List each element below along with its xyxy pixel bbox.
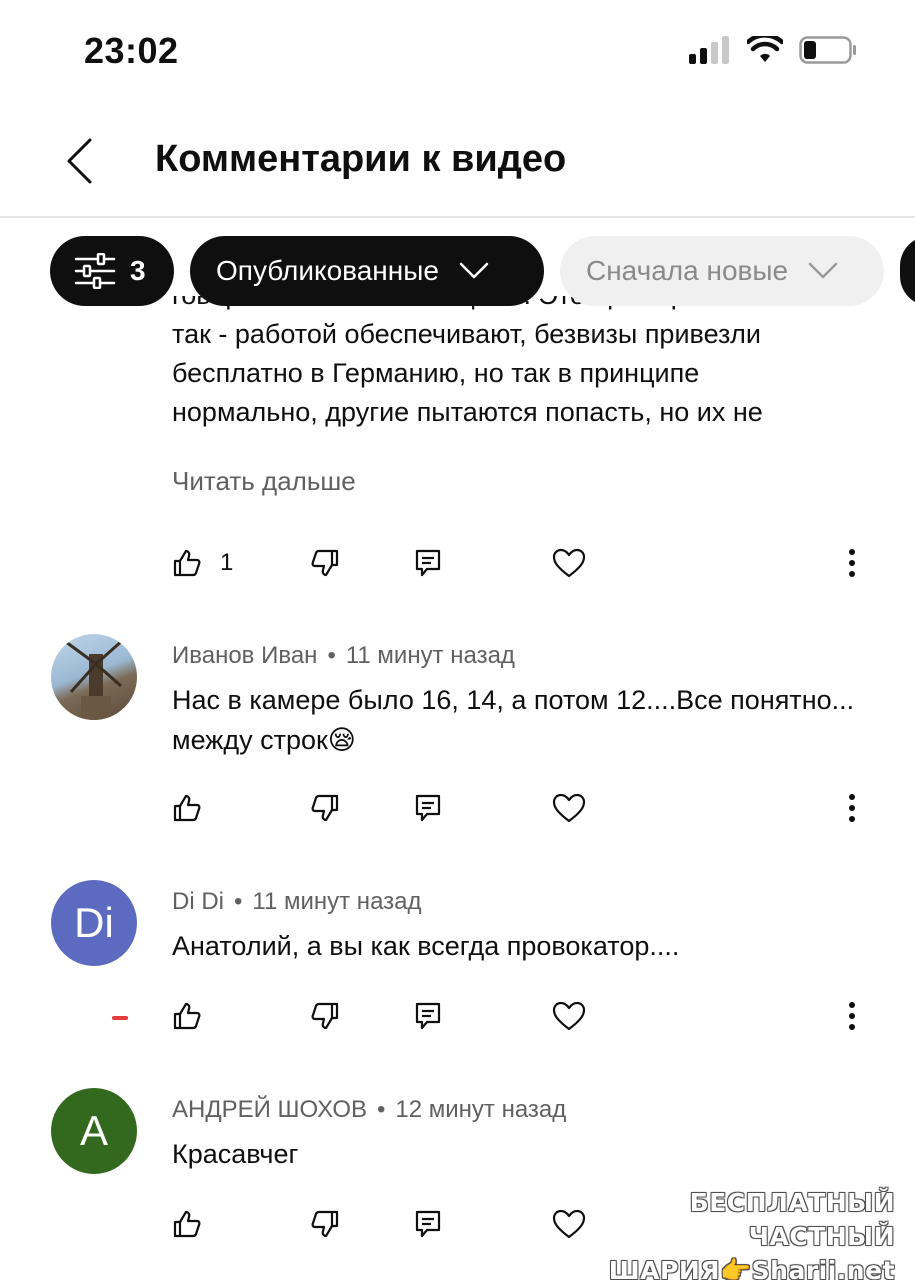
more-vertical-icon <box>849 549 855 577</box>
reply-icon <box>415 549 441 577</box>
like-button[interactable]: 1 <box>172 538 233 588</box>
battery-icon <box>799 36 856 64</box>
read-more-link[interactable]: Читать дальше <box>172 466 356 497</box>
more-options-button[interactable] <box>848 538 856 588</box>
watermark-line: ШАРИЯ👉Sharij.net <box>608 1256 895 1280</box>
thumbs-down-icon <box>311 1210 339 1238</box>
comment-text: говорили пленные немцами. Это примерно т… <box>172 296 872 452</box>
comment-text: Анатолий, а вы как всегда провокатор.... <box>172 931 680 961</box>
avatar-image <box>65 638 124 720</box>
reply-icon <box>415 1002 441 1030</box>
heart-icon <box>552 548 586 578</box>
heart-icon <box>552 1001 586 1031</box>
thumbs-up-icon <box>173 1002 201 1030</box>
like-button[interactable] <box>172 991 202 1041</box>
comment-actions: 1 <box>172 538 872 588</box>
status-icons <box>689 36 857 64</box>
comment-text: Нас в камере было 16, 14, а потом 12....… <box>172 685 855 755</box>
reply-button[interactable] <box>414 1199 442 1249</box>
more-options-button[interactable] <box>848 991 856 1041</box>
like-button[interactable] <box>172 1199 202 1249</box>
author-name[interactable]: Иванов Иван <box>172 642 317 669</box>
sliders-icon <box>74 253 116 289</box>
heart-button[interactable] <box>552 783 586 833</box>
thumbs-down-icon <box>311 549 339 577</box>
chevron-down-icon <box>808 262 838 279</box>
published-filter-chip[interactable]: Опубликованные <box>190 236 544 306</box>
comment-time: 11 минут назад <box>252 888 422 915</box>
thumbs-up-icon <box>173 1210 201 1238</box>
comment-line: так - работой обеспечивают, безвизы прив… <box>172 319 761 349</box>
avatar[interactable]: А <box>51 1088 137 1174</box>
avatar-letters: Di <box>74 899 114 946</box>
heart-icon <box>552 793 586 823</box>
thumbs-down-icon <box>311 794 339 822</box>
like-count: 1 <box>220 549 234 576</box>
wifi-icon <box>747 36 783 62</box>
separator-dot: • <box>377 1096 386 1123</box>
separator-dot: • <box>327 642 336 669</box>
more-vertical-icon <box>849 794 855 822</box>
more-options-button[interactable] <box>848 783 856 833</box>
reply-button[interactable] <box>414 991 442 1041</box>
reply-icon <box>415 1210 441 1238</box>
dislike-button[interactable] <box>310 991 340 1041</box>
comment-meta: АНДРЕЙ ШОХОВ • 12 минут назад <box>172 1096 566 1124</box>
sort-chip[interactable]: Сначала новые <box>560 236 884 306</box>
watermark-line: БЕСПЛАТНЫЙ ЧАСТНЫЙ <box>689 1188 895 1251</box>
status-time: 23:02 <box>84 30 179 71</box>
filter-count: 3 <box>130 255 146 286</box>
filter-settings-chip[interactable]: 3 <box>50 236 174 306</box>
reply-button[interactable] <box>414 538 442 588</box>
filter-chips: 3 Опубликованные Сначала новые <box>0 218 915 306</box>
comment-line: нормально, другие пытаются попасть, но и… <box>172 397 763 427</box>
dislike-button[interactable] <box>310 783 340 833</box>
comment-actions <box>172 783 872 833</box>
comment-meta: Иванов Иван • 11 минут назад <box>172 642 515 670</box>
reply-icon <box>415 794 441 822</box>
thumbs-down-icon <box>311 1002 339 1030</box>
heart-button[interactable] <box>552 991 586 1041</box>
watermark: БЕСПЛАТНЫЙ ЧАСТНЫЙ ШАРИЯ👉Sharij.net <box>575 1186 895 1280</box>
published-label: Опубликованные <box>216 255 439 286</box>
comment-actions <box>172 991 872 1041</box>
avatar[interactable]: Di <box>51 880 137 966</box>
like-button[interactable] <box>172 783 202 833</box>
comment-line: бесплатно в Германию, но так в принципе <box>172 358 700 388</box>
comment-time: 12 минут назад <box>395 1096 567 1123</box>
chevron-down-icon <box>459 262 489 279</box>
red-mark <box>112 1016 128 1020</box>
separator-dot: • <box>234 888 243 915</box>
comment-text: Красавчег <box>172 1139 299 1169</box>
cellular-signal-icon <box>689 36 729 64</box>
page-title: Комментарии к видео <box>155 138 567 180</box>
comment-time: 11 минут назад <box>345 642 515 669</box>
reply-button[interactable] <box>414 783 442 833</box>
avatar-letters: А <box>79 1107 108 1154</box>
avatar[interactable] <box>51 634 137 720</box>
chevron-left-icon <box>67 138 92 184</box>
more-vertical-icon <box>849 1002 855 1030</box>
author-name[interactable]: АНДРЕЙ ШОХОВ <box>172 1096 367 1123</box>
sort-label: Сначала новые <box>586 255 789 286</box>
header: Комментарии к видео <box>0 100 915 218</box>
dislike-button[interactable] <box>310 538 340 588</box>
author-name[interactable]: Di Di <box>172 888 224 915</box>
heart-button[interactable] <box>552 538 586 588</box>
status-bar: 23:02 <box>0 0 915 100</box>
comment-meta: Di Di • 11 минут назад <box>172 888 422 916</box>
thumbs-up-icon <box>173 794 201 822</box>
dislike-button[interactable] <box>310 1199 340 1249</box>
thumbs-up-icon <box>173 549 201 577</box>
back-button[interactable] <box>55 136 105 186</box>
